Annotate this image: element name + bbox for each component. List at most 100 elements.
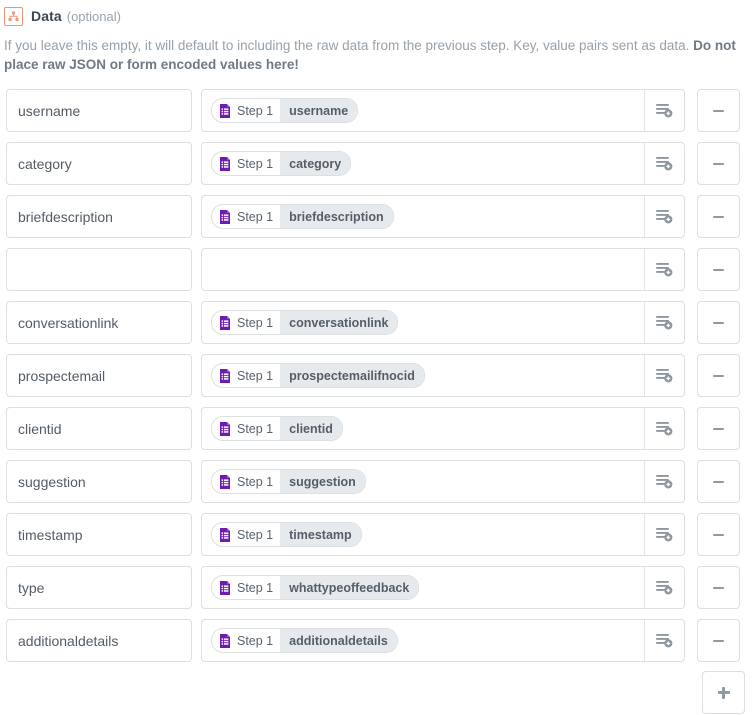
- field-token[interactable]: Step 1 username: [211, 98, 359, 123]
- field-token[interactable]: Step 1 category: [211, 151, 352, 176]
- value-input[interactable]: Step 1 prospectemailifnocid: [202, 355, 644, 396]
- plus-icon-vertical: [722, 686, 725, 699]
- field-token[interactable]: Step 1 prospectemailifnocid: [211, 363, 425, 388]
- minus-icon: [713, 268, 724, 271]
- minus-icon: [713, 374, 724, 377]
- token-step-label: Step 1: [237, 156, 274, 171]
- token-field-label: clientid: [280, 417, 342, 440]
- minus-icon: [713, 162, 724, 165]
- value-input[interactable]: Step 1 category: [202, 143, 644, 184]
- key-input[interactable]: [6, 301, 192, 344]
- add-row-button[interactable]: [702, 671, 745, 714]
- field-token[interactable]: Step 1 conversationlink: [211, 310, 399, 335]
- token-field-label: additionaldetails: [280, 629, 397, 652]
- insert-field-button[interactable]: [644, 567, 684, 608]
- value-input[interactable]: Step 1 timestamp: [202, 514, 644, 555]
- value-input[interactable]: Step 1 username: [202, 90, 644, 131]
- insert-field-button[interactable]: [644, 620, 684, 661]
- insert-field-button[interactable]: [644, 514, 684, 555]
- remove-row-button[interactable]: [697, 248, 740, 291]
- key-value-row-list: Step 1 username Step 1 category Step 1 briefd…: [0, 88, 753, 663]
- key-input[interactable]: [6, 195, 192, 238]
- minus-icon: [713, 586, 724, 589]
- token-field-label: briefdescription: [280, 205, 393, 228]
- value-field-container: Step 1 suggestion: [201, 460, 685, 503]
- insert-field-button[interactable]: [644, 408, 684, 449]
- minus-icon: [713, 215, 724, 218]
- value-input[interactable]: Step 1 conversationlink: [202, 302, 644, 343]
- remove-row-button[interactable]: [697, 566, 740, 609]
- field-token[interactable]: Step 1 clientid: [211, 416, 343, 441]
- insert-field-button[interactable]: [644, 249, 684, 290]
- key-input[interactable]: [6, 460, 192, 503]
- key-input[interactable]: [6, 513, 192, 556]
- key-input[interactable]: [6, 566, 192, 609]
- insert-field-button[interactable]: [644, 355, 684, 396]
- field-token[interactable]: Step 1 whattypeoffeedback: [211, 575, 420, 600]
- value-field-container: Step 1 prospectemailifnocid: [201, 354, 685, 397]
- minus-icon: [713, 109, 724, 112]
- insert-field-button[interactable]: [644, 143, 684, 184]
- remove-row-button[interactable]: [697, 407, 740, 450]
- token-field-label: timestamp: [280, 523, 361, 546]
- remove-row-button[interactable]: [697, 354, 740, 397]
- token-field-label: whattypeoffeedback: [280, 576, 419, 599]
- google-forms-icon: [220, 527, 230, 542]
- remove-row-button[interactable]: [697, 619, 740, 662]
- key-input[interactable]: [6, 248, 192, 291]
- insert-field-button[interactable]: [644, 196, 684, 237]
- add-row-container: [0, 671, 753, 714]
- google-forms-icon: [220, 315, 230, 330]
- value-input[interactable]: Step 1 whattypeoffeedback: [202, 567, 644, 608]
- key-input[interactable]: [6, 407, 192, 450]
- google-forms-icon: [220, 633, 230, 648]
- value-input[interactable]: Step 1 briefdescription: [202, 196, 644, 237]
- google-forms-icon: [220, 474, 230, 489]
- key-input[interactable]: [6, 89, 192, 132]
- token-field-label: suggestion: [280, 470, 365, 493]
- key-value-row: Step 1 additionaldetails: [0, 618, 753, 663]
- value-input[interactable]: Step 1 additionaldetails: [202, 620, 644, 661]
- data-field-editor: Data (optional) If you leave this empty,…: [0, 0, 753, 715]
- optional-label: (optional): [66, 8, 121, 24]
- value-field-container: Step 1 username: [201, 89, 685, 132]
- page-title: Data: [31, 8, 62, 24]
- remove-row-button[interactable]: [697, 460, 740, 503]
- value-field-container: Step 1 clientid: [201, 407, 685, 450]
- minus-icon: [713, 533, 724, 536]
- remove-row-button[interactable]: [697, 142, 740, 185]
- key-value-row: Step 1 timestamp: [0, 512, 753, 557]
- token-step-label: Step 1: [237, 527, 274, 542]
- value-input[interactable]: Step 1 suggestion: [202, 461, 644, 502]
- value-input[interactable]: [202, 249, 644, 290]
- value-field-container: Step 1 category: [201, 142, 685, 185]
- token-step-label: Step 1: [237, 103, 274, 118]
- key-input[interactable]: [6, 354, 192, 397]
- value-field-container: Step 1 additionaldetails: [201, 619, 685, 662]
- value-field-container: Step 1 conversationlink: [201, 301, 685, 344]
- token-field-label: conversationlink: [280, 311, 398, 334]
- token-step-label: Step 1: [237, 368, 274, 383]
- value-input[interactable]: Step 1 clientid: [202, 408, 644, 449]
- field-token[interactable]: Step 1 suggestion: [211, 469, 366, 494]
- key-input[interactable]: [6, 619, 192, 662]
- insert-field-button[interactable]: [644, 461, 684, 502]
- token-field-label: username: [280, 99, 358, 122]
- key-value-row: Step 1 prospectemailifnocid: [0, 353, 753, 398]
- insert-field-button[interactable]: [644, 302, 684, 343]
- field-token[interactable]: Step 1 additionaldetails: [211, 628, 398, 653]
- field-header: Data (optional): [0, 0, 753, 27]
- token-step-label: Step 1: [237, 580, 274, 595]
- key-value-row: Step 1 username: [0, 88, 753, 133]
- remove-row-button[interactable]: [697, 513, 740, 556]
- remove-row-button[interactable]: [697, 89, 740, 132]
- remove-row-button[interactable]: [697, 301, 740, 344]
- remove-row-button[interactable]: [697, 195, 740, 238]
- field-token[interactable]: Step 1 briefdescription: [211, 204, 394, 229]
- field-token[interactable]: Step 1 timestamp: [211, 522, 362, 547]
- key-value-row: Step 1 clientid: [0, 406, 753, 451]
- token-step-label: Step 1: [237, 421, 274, 436]
- key-value-row: Step 1 conversationlink: [0, 300, 753, 345]
- key-input[interactable]: [6, 142, 192, 185]
- insert-field-button[interactable]: [644, 90, 684, 131]
